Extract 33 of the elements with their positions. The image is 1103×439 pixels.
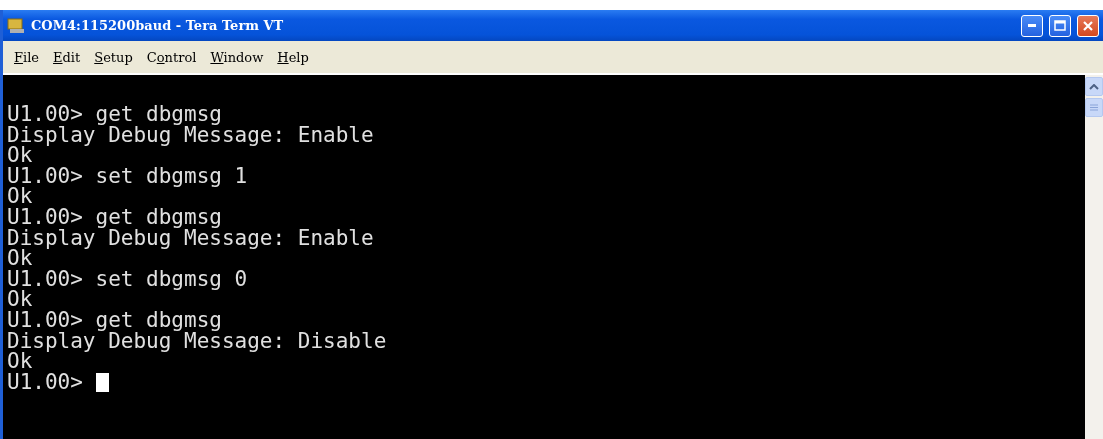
terminal-line: U1.00> get dbgmsg (7, 206, 222, 228)
window-title: COM4:115200baud - Tera Term VT (31, 18, 285, 33)
terminal-line: Display Debug Message: Enable (7, 124, 374, 146)
minimize-button[interactable] (1021, 14, 1043, 37)
terminal-line: Ok (7, 351, 33, 372)
terminal-line: U1.00> get dbgmsg (7, 104, 222, 125)
app-icon (7, 17, 25, 34)
terminal-line: Display Debug Message: Enable (7, 227, 374, 249)
terminal-line: Ok (7, 248, 33, 269)
maximize-button[interactable] (1049, 14, 1071, 37)
menu-item[interactable]: File (7, 49, 47, 65)
terminal-line: Display Debug Message: Disable (7, 330, 387, 352)
terminal-line: U1.00> set dbgmsg 1 (7, 165, 248, 187)
scroll-thumb[interactable] (1085, 98, 1103, 117)
close-button[interactable] (1077, 14, 1099, 37)
grip-icon (1090, 104, 1098, 111)
scroll-up-button[interactable] (1085, 77, 1103, 96)
close-icon (1082, 19, 1094, 32)
menu-item[interactable]: Window (203, 49, 271, 65)
terminal-line: U1.00> set dbgmsg 0 (7, 268, 248, 290)
terminal-line: Ok (7, 186, 33, 207)
minimize-icon (1028, 24, 1036, 27)
terminal-line: U1.00> (7, 371, 84, 393)
terminal-cursor (95, 372, 109, 392)
menu-item[interactable]: Edit (46, 49, 88, 65)
terminal-line: Ok (7, 289, 33, 310)
menu-item[interactable]: Help (270, 49, 316, 65)
menu-item[interactable]: Control (139, 49, 204, 65)
menu-item[interactable]: Setup (87, 49, 140, 65)
scrollbar[interactable] (1085, 75, 1103, 439)
terminal-line: Ok (7, 145, 33, 166)
maximize-icon (1054, 20, 1066, 31)
terminal-line: U1.00> get dbgmsg (7, 309, 222, 331)
